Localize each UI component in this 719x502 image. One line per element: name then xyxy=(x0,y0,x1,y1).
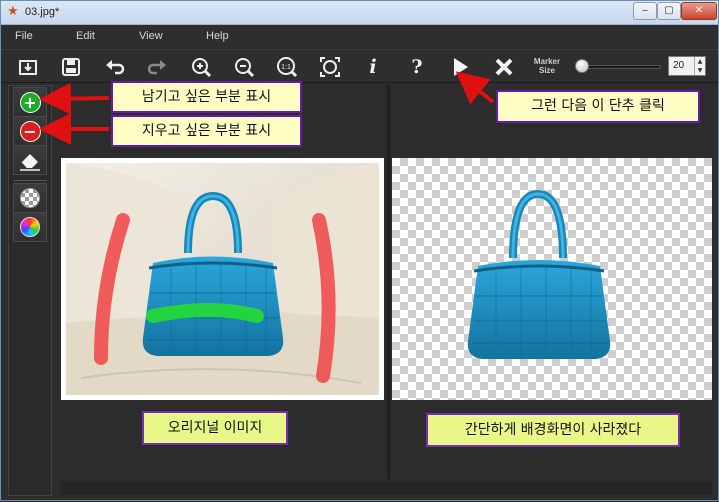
original-image-caption: 오리지널 이미지 xyxy=(142,411,288,445)
remove-area-callout: 지우고 싶은 부분 표시 xyxy=(111,115,302,147)
app-window: ★ 03.jpg* ‒ ▢ ✕ File Edit View Help 1:1 … xyxy=(0,0,719,501)
result-image-caption: 간단하게 배경화면이 사라졌다 xyxy=(426,413,680,447)
arrow-to-keep-button xyxy=(39,82,110,115)
run-button-callout: 그런 다음 이 단추 클릭 xyxy=(496,90,700,123)
arrow-to-play-button xyxy=(455,71,495,105)
keep-area-callout: 남기고 싶은 부분 표시 xyxy=(111,81,302,113)
